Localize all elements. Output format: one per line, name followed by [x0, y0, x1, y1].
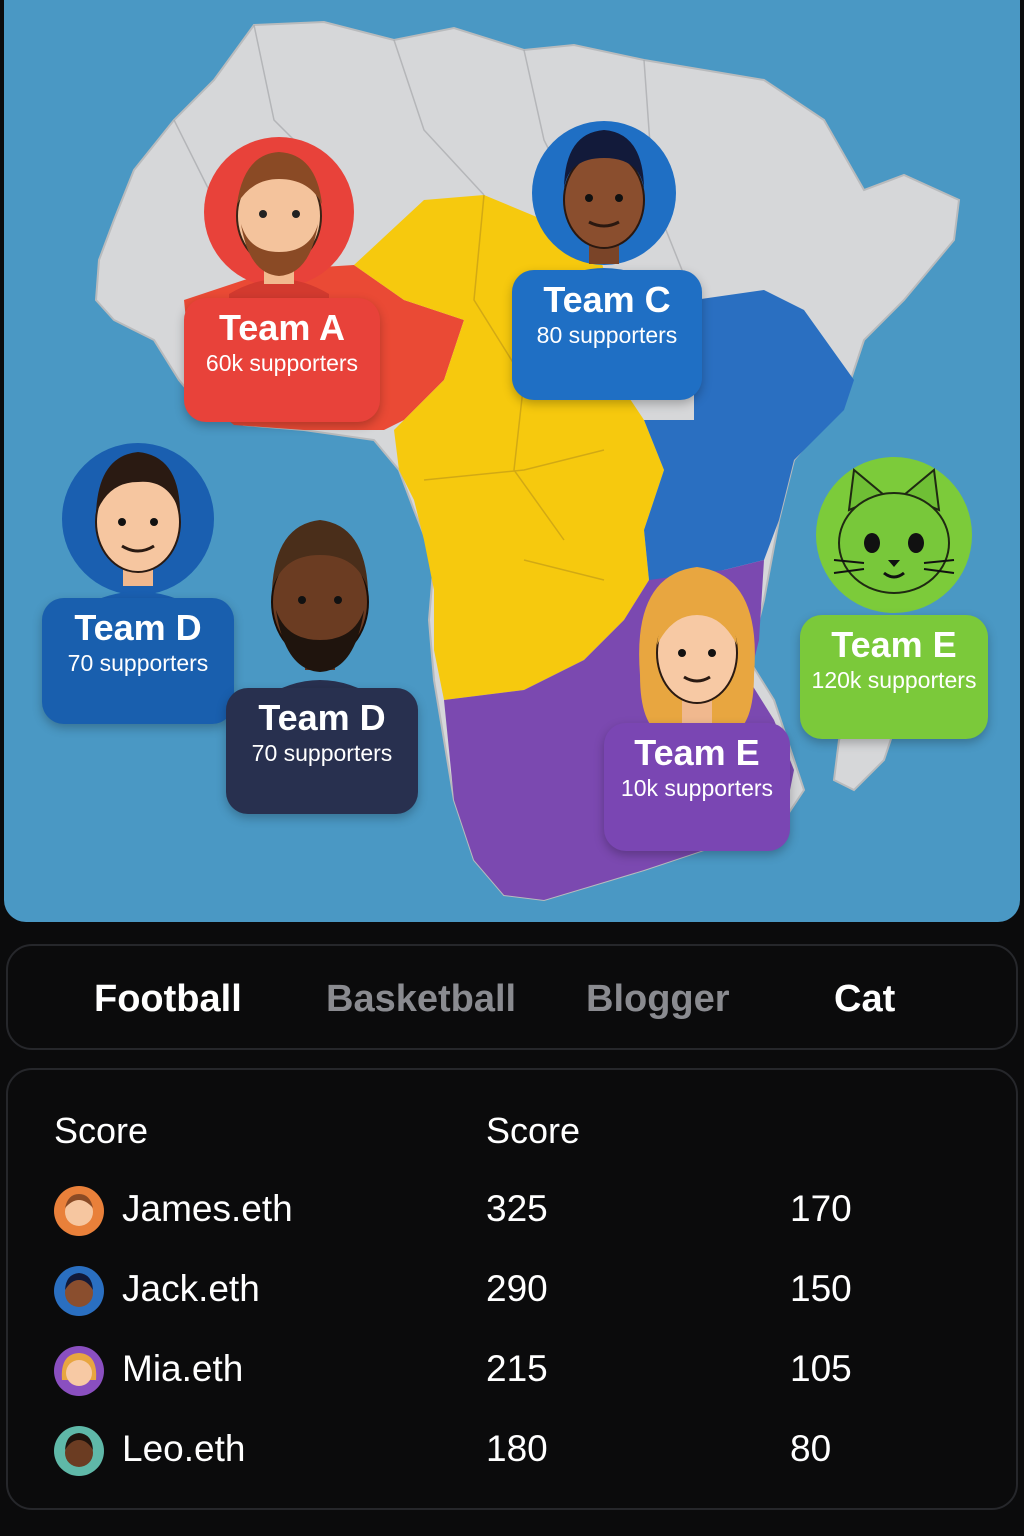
category-tabs: Football Basketball Blogger Cat [6, 944, 1018, 1050]
dark-skinned-man-avatar [532, 121, 676, 288]
jack-avatar [54, 1266, 104, 1316]
team-name: Team A [218, 307, 346, 348]
team-e-card[interactable]: Team E 10k supporters [604, 723, 790, 851]
column-header-score: Score [486, 1110, 581, 1151]
table-row[interactable]: Leo.eth 180 80 [8, 1420, 1016, 1480]
africa-map[interactable]: Team A 60k supporters Team C 80 supporte… [4, 0, 1020, 922]
team-e-card[interactable]: Team E 120k supporters [800, 615, 988, 739]
team-a-card[interactable]: Team A 60k supporters [184, 298, 380, 422]
team-marker-e-green[interactable]: Team E 120k supporters [794, 455, 994, 745]
team-marker-d-left[interactable]: Team D 70 supporters [36, 430, 236, 730]
table-row[interactable]: Mia.eth 215 105 [8, 1340, 1016, 1400]
score-value: 170 [790, 1188, 852, 1229]
score-value: 215 [486, 1348, 548, 1389]
score-value: 80 [790, 1428, 832, 1469]
bearded-man-avatar [204, 137, 354, 314]
team-name: Team C [543, 279, 671, 320]
mia-avatar [54, 1346, 104, 1396]
team-name: Team D [74, 607, 202, 648]
leo-avatar [54, 1426, 104, 1476]
james-avatar [54, 1186, 104, 1236]
supporter-count: 70 supporters [67, 650, 209, 676]
table-row[interactable]: Jack.eth 290 150 [8, 1260, 1016, 1320]
score-value: 150 [790, 1268, 852, 1309]
supporter-count: 10k supporters [620, 775, 774, 801]
score-value: 325 [486, 1188, 548, 1229]
tab-basketball[interactable]: Basketball [326, 976, 516, 1022]
tab-football[interactable]: Football [94, 976, 242, 1022]
bearded-dark-man-avatar [260, 520, 380, 700]
team-marker-a[interactable]: Team A 60k supporters [154, 130, 384, 430]
table-row[interactable]: James.eth 325 170 [8, 1180, 1016, 1240]
score-value: 290 [486, 1268, 548, 1309]
team-d-card[interactable]: Team D 70 supporters [42, 598, 234, 724]
tab-cat[interactable]: Cat [834, 976, 895, 1022]
young-man-avatar [62, 443, 214, 614]
score-value: 180 [486, 1428, 548, 1469]
supporter-count: 60k supporters [205, 350, 359, 376]
team-name: Team E [634, 732, 760, 773]
team-d-card[interactable]: Team D 70 supporters [226, 688, 418, 814]
username: Leo.eth [122, 1428, 246, 1469]
team-c-card[interactable]: Team C 80 supporters [512, 270, 702, 400]
username: Jack.eth [122, 1268, 260, 1309]
supporter-count: 80 supporters [536, 322, 678, 348]
supporter-count: 70 supporters [251, 740, 393, 766]
team-marker-e-purple[interactable]: Team E 10k supporters [600, 555, 790, 855]
tab-blogger[interactable]: Blogger [586, 976, 730, 1022]
leaderboard: Score Score James.eth 325 170 Jack.eth 2… [6, 1068, 1018, 1510]
score-value: 105 [790, 1348, 852, 1389]
team-name: Team E [831, 624, 957, 665]
supporter-count: 120k supporters [811, 667, 977, 693]
username: Mia.eth [122, 1348, 244, 1389]
column-header-score: Score [54, 1110, 149, 1151]
team-name: Team D [258, 697, 386, 738]
team-marker-c[interactable]: Team C 80 supporters [504, 118, 704, 408]
team-marker-d-center[interactable]: Team D 70 supporters [220, 510, 420, 820]
username: James.eth [122, 1188, 293, 1229]
green-cat-avatar [816, 457, 972, 613]
